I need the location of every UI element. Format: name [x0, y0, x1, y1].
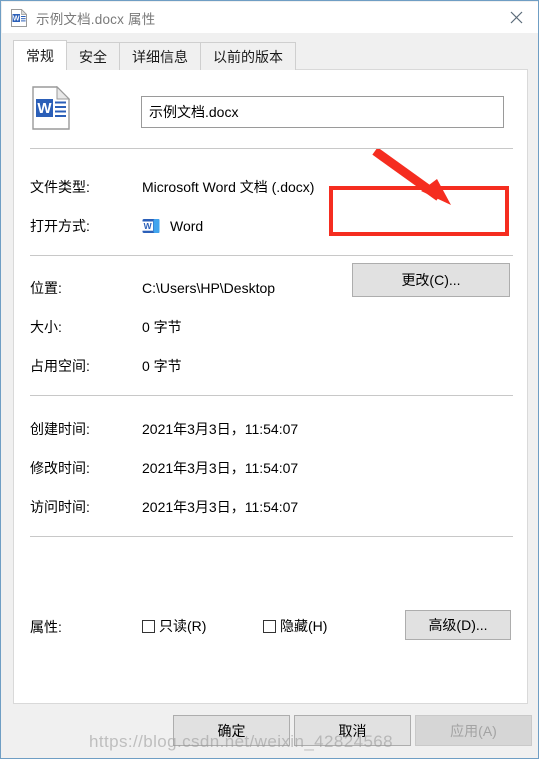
svg-text:W: W [13, 15, 20, 22]
file-header: W 示例文档.docx [14, 70, 527, 142]
hidden-label: 隐藏(H) [280, 618, 328, 634]
cancel-button-label: 取消 [338, 722, 367, 739]
separator [30, 148, 513, 149]
file-type-value: Microsoft Word 文档 (.docx) [142, 179, 315, 195]
tab-previous-versions-label: 以前的版本 [213, 48, 283, 65]
window-title: 示例文档.docx 属性 [36, 11, 156, 27]
general-tab-panel: W 示例文档.docx 文件类型: Microsoft Word 文档 (.do… [13, 69, 528, 704]
readonly-checkbox[interactable]: 只读(R) [142, 616, 206, 636]
apply-button-label: 应用(A) [450, 722, 497, 739]
tab-details-label: 详细信息 [132, 48, 188, 65]
location-label: 位置: [30, 280, 62, 296]
word-document-icon: W [32, 85, 71, 130]
readonly-label: 只读(R) [159, 618, 207, 634]
opens-with-value-group: W Word [142, 217, 203, 235]
ok-button-label: 确定 [217, 722, 246, 739]
tab-general-label: 常规 [26, 47, 54, 64]
separator [30, 536, 513, 537]
word-document-icon: W [11, 8, 28, 27]
tab-details[interactable]: 详细信息 [119, 42, 201, 70]
modified-value: 2021年3月3日，11:54:07 [142, 460, 299, 476]
advanced-button[interactable]: 高级(D)... [405, 610, 511, 640]
svg-text:W: W [37, 100, 52, 117]
accessed-value: 2021年3月3日，11:54:07 [142, 499, 299, 515]
accessed-label: 访问时间: [30, 499, 90, 515]
opens-with-app-name: Word [170, 218, 204, 234]
word-app-icon: W [142, 217, 160, 235]
ok-button[interactable]: 确定 [173, 715, 290, 746]
opens-with-label: 打开方式: [30, 218, 90, 234]
tab-security-label: 安全 [79, 48, 107, 65]
size-on-disk-value: 0 字节 [142, 358, 182, 374]
close-icon[interactable] [493, 2, 538, 33]
hidden-checkbox[interactable]: 隐藏(H) [263, 616, 327, 636]
change-button-label: 更改(C)... [401, 272, 461, 288]
tab-strip: 常规 安全 详细信息 以前的版本 [13, 40, 296, 70]
modified-label: 修改时间: [30, 460, 90, 476]
filename-input[interactable]: 示例文档.docx [141, 96, 504, 128]
change-button[interactable]: 更改(C)... [352, 263, 510, 297]
svg-text:W: W [144, 221, 153, 231]
location-value: C:\Users\HP\Desktop [142, 280, 276, 296]
tab-security[interactable]: 安全 [66, 42, 120, 70]
apply-button: 应用(A) [415, 715, 532, 746]
file-type-label: 文件类型: [30, 179, 90, 195]
advanced-button-label: 高级(D)... [428, 617, 488, 633]
size-value: 0 字节 [142, 319, 182, 335]
attributes-label: 属性: [30, 619, 62, 635]
cancel-button[interactable]: 取消 [294, 715, 411, 746]
checkbox-box [142, 619, 155, 633]
tab-previous-versions[interactable]: 以前的版本 [200, 42, 296, 70]
checkbox-box [263, 619, 276, 633]
title-bar: W 示例文档.docx 属性 [2, 2, 538, 33]
separator [30, 255, 513, 256]
filename-value: 示例文档.docx [149, 104, 239, 120]
created-label: 创建时间: [30, 421, 90, 437]
created-value: 2021年3月3日，11:54:07 [142, 421, 299, 437]
separator [30, 395, 513, 396]
tab-general[interactable]: 常规 [13, 40, 67, 70]
size-on-disk-label: 占用空间: [30, 358, 90, 374]
properties-dialog: W 示例文档.docx 属性 常规 安全 详细信息 以前的版本 W 示例文档.d… [0, 0, 539, 759]
size-label: 大小: [30, 319, 62, 335]
